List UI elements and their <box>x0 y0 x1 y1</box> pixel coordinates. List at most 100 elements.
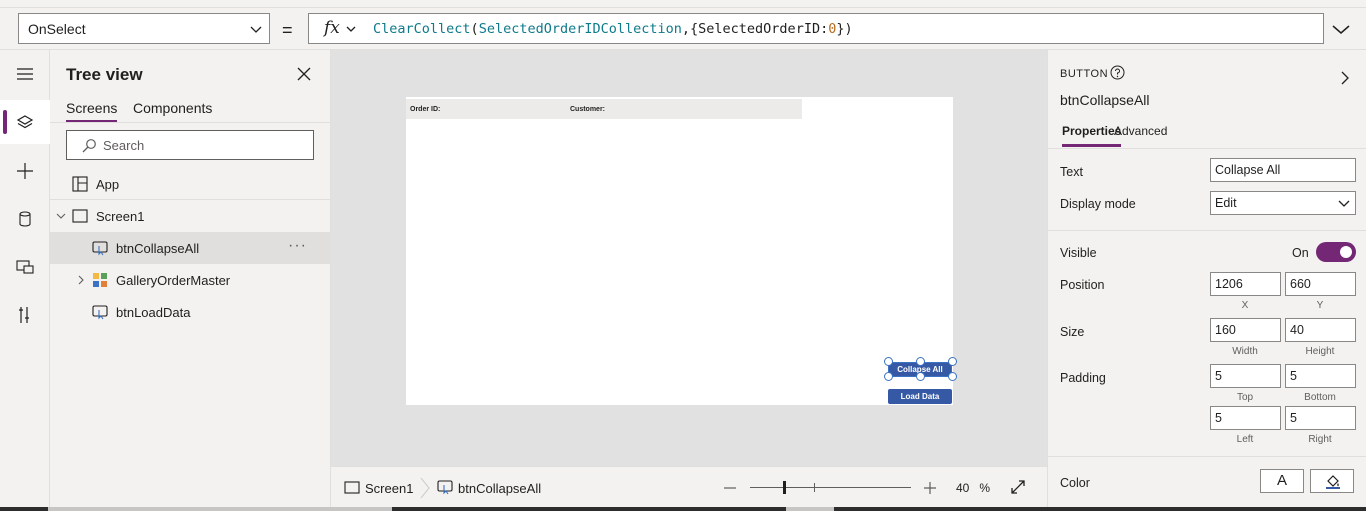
hamburger-menu-button[interactable] <box>0 52 50 96</box>
chevron-right-icon[interactable] <box>76 275 86 285</box>
search-input[interactable]: Search <box>66 130 314 160</box>
chevron-down-icon <box>1338 200 1350 207</box>
help-icon[interactable] <box>1110 65 1125 80</box>
position-x-input[interactable]: 1206 <box>1210 272 1281 296</box>
button-control-icon <box>92 241 108 256</box>
text-input[interactable]: Collapse All <box>1210 158 1356 182</box>
screen-canvas[interactable]: Order ID: Customer: Collapse All Load Da… <box>406 97 957 405</box>
position-y-input[interactable]: 660 <box>1285 272 1356 296</box>
display-mode-dropdown[interactable]: Edit <box>1210 191 1356 215</box>
tab-screens[interactable]: Screens <box>66 100 118 122</box>
formula-collection: SelectedOrderIDCollection <box>478 21 682 37</box>
status-bar: Screen1 btnCollapseAll 40 % <box>331 466 1047 507</box>
visible-state: On <box>1292 246 1309 260</box>
padding-right-input[interactable]: 5 <box>1285 406 1356 430</box>
tree-node-btncollapseall[interactable]: btnCollapseAll ··· <box>50 232 330 264</box>
resize-handle[interactable] <box>948 357 957 366</box>
zoom-slider-tick <box>814 483 815 492</box>
taskbar-segment <box>786 507 834 511</box>
button-control-icon <box>437 480 453 495</box>
tools-icon <box>19 307 29 323</box>
tree-view-title: Tree view <box>66 65 143 84</box>
tree-node-label: GalleryOrderMaster <box>116 273 231 288</box>
taskbar <box>0 507 1366 511</box>
tree-node-label: App <box>96 177 120 192</box>
data-button[interactable] <box>0 196 50 240</box>
fit-to-window-icon[interactable] <box>1010 479 1026 495</box>
tree-node-galleryordermaster[interactable]: GalleryOrderMaster <box>50 264 330 296</box>
resize-handle[interactable] <box>884 357 893 366</box>
equals-sign: = <box>282 20 293 40</box>
top-strip <box>0 0 1366 8</box>
zoom-in-icon[interactable] <box>923 481 937 495</box>
left-rail <box>0 50 50 511</box>
resize-handle[interactable] <box>948 372 957 381</box>
tree-node-app[interactable]: App <box>50 168 330 200</box>
size-label: Size <box>1060 325 1085 339</box>
color-label: Color <box>1060 476 1090 490</box>
formula-punct: ,{ <box>681 21 699 37</box>
padding-left-input[interactable]: 5 <box>1210 406 1281 430</box>
plus-icon <box>17 163 33 179</box>
zoom-level: 40 % <box>956 481 990 495</box>
divider <box>1048 230 1366 231</box>
gallery-icon <box>93 273 107 287</box>
app-icon <box>72 176 88 192</box>
divider <box>50 122 330 123</box>
padding-label: Padding <box>1060 371 1106 385</box>
chevron-right-icon[interactable] <box>1338 70 1352 86</box>
load-data-button[interactable]: Load Data <box>888 389 952 404</box>
size-width-input[interactable]: 160 <box>1210 318 1281 342</box>
chevron-down-icon[interactable] <box>56 211 66 221</box>
resize-handle[interactable] <box>916 357 925 366</box>
size-height-input[interactable]: 40 <box>1285 318 1356 342</box>
formula-punct: }) <box>836 21 853 37</box>
tree-node-btnloaddata[interactable]: btnLoadData <box>50 296 330 328</box>
visible-label: Visible <box>1060 246 1097 260</box>
tree-view-panel: Tree view Screens Components Search App … <box>50 50 331 511</box>
padding-bottom-input[interactable]: 5 <box>1285 364 1356 388</box>
chevron-down-icon <box>250 26 262 33</box>
function-button[interactable]: fx <box>308 13 369 44</box>
tab-advanced[interactable]: Advanced <box>1114 124 1167 138</box>
insert-button[interactable] <box>0 148 50 192</box>
properties-panel: BUTTON btnCollapseAll Properties Advance… <box>1047 50 1366 511</box>
text-color-button[interactable]: A <box>1260 469 1304 493</box>
tree-node-label: Screen1 <box>96 209 145 224</box>
zoom-unit: % <box>979 481 991 495</box>
fill-color-button[interactable] <box>1310 469 1354 493</box>
breadcrumb-control[interactable]: btnCollapseAll <box>458 481 541 496</box>
breadcrumb-screen[interactable]: Screen1 <box>365 481 413 496</box>
formula-field: SelectedOrderID <box>698 21 821 37</box>
tree-view-button[interactable] <box>0 100 50 144</box>
breadcrumb-separator-icon <box>420 477 430 499</box>
tab-properties[interactable]: Properties <box>1062 124 1122 147</box>
formula-input[interactable]: ClearCollect(SelectedOrderIDCollection,{… <box>368 13 1324 44</box>
resize-handle[interactable] <box>884 372 893 381</box>
media-button[interactable] <box>0 244 50 288</box>
height-caption: Height <box>1305 346 1335 357</box>
button-control-icon <box>92 305 108 320</box>
expand-formula-icon[interactable] <box>1330 18 1352 40</box>
close-icon[interactable] <box>296 66 312 82</box>
divider <box>1048 456 1366 457</box>
tree-node-label: btnCollapseAll <box>116 241 200 256</box>
canvas-area[interactable]: Order ID: Customer: Collapse All Load Da… <box>331 50 1047 466</box>
display-mode-label: Display mode <box>1060 197 1136 211</box>
text-label: Text <box>1060 165 1083 179</box>
resize-handle[interactable] <box>916 372 925 381</box>
tree-node-screen1[interactable]: Screen1 <box>50 200 330 232</box>
screen-icon <box>344 481 360 494</box>
zoom-slider[interactable] <box>750 481 911 494</box>
zoom-out-icon[interactable] <box>723 481 737 495</box>
formula-function: ClearCollect <box>373 21 471 37</box>
tab-components[interactable]: Components <box>133 100 212 116</box>
property-dropdown[interactable]: OnSelect <box>18 13 270 44</box>
visible-toggle[interactable] <box>1316 242 1356 262</box>
advanced-tools-button[interactable] <box>0 292 50 336</box>
zoom-slider-thumb[interactable] <box>783 481 786 494</box>
gallery-order-master[interactable]: Order ID: Customer: <box>406 99 802 119</box>
padding-top-input[interactable]: 5 <box>1210 364 1281 388</box>
more-options-icon[interactable]: ··· <box>288 237 307 255</box>
layers-icon <box>16 115 34 129</box>
